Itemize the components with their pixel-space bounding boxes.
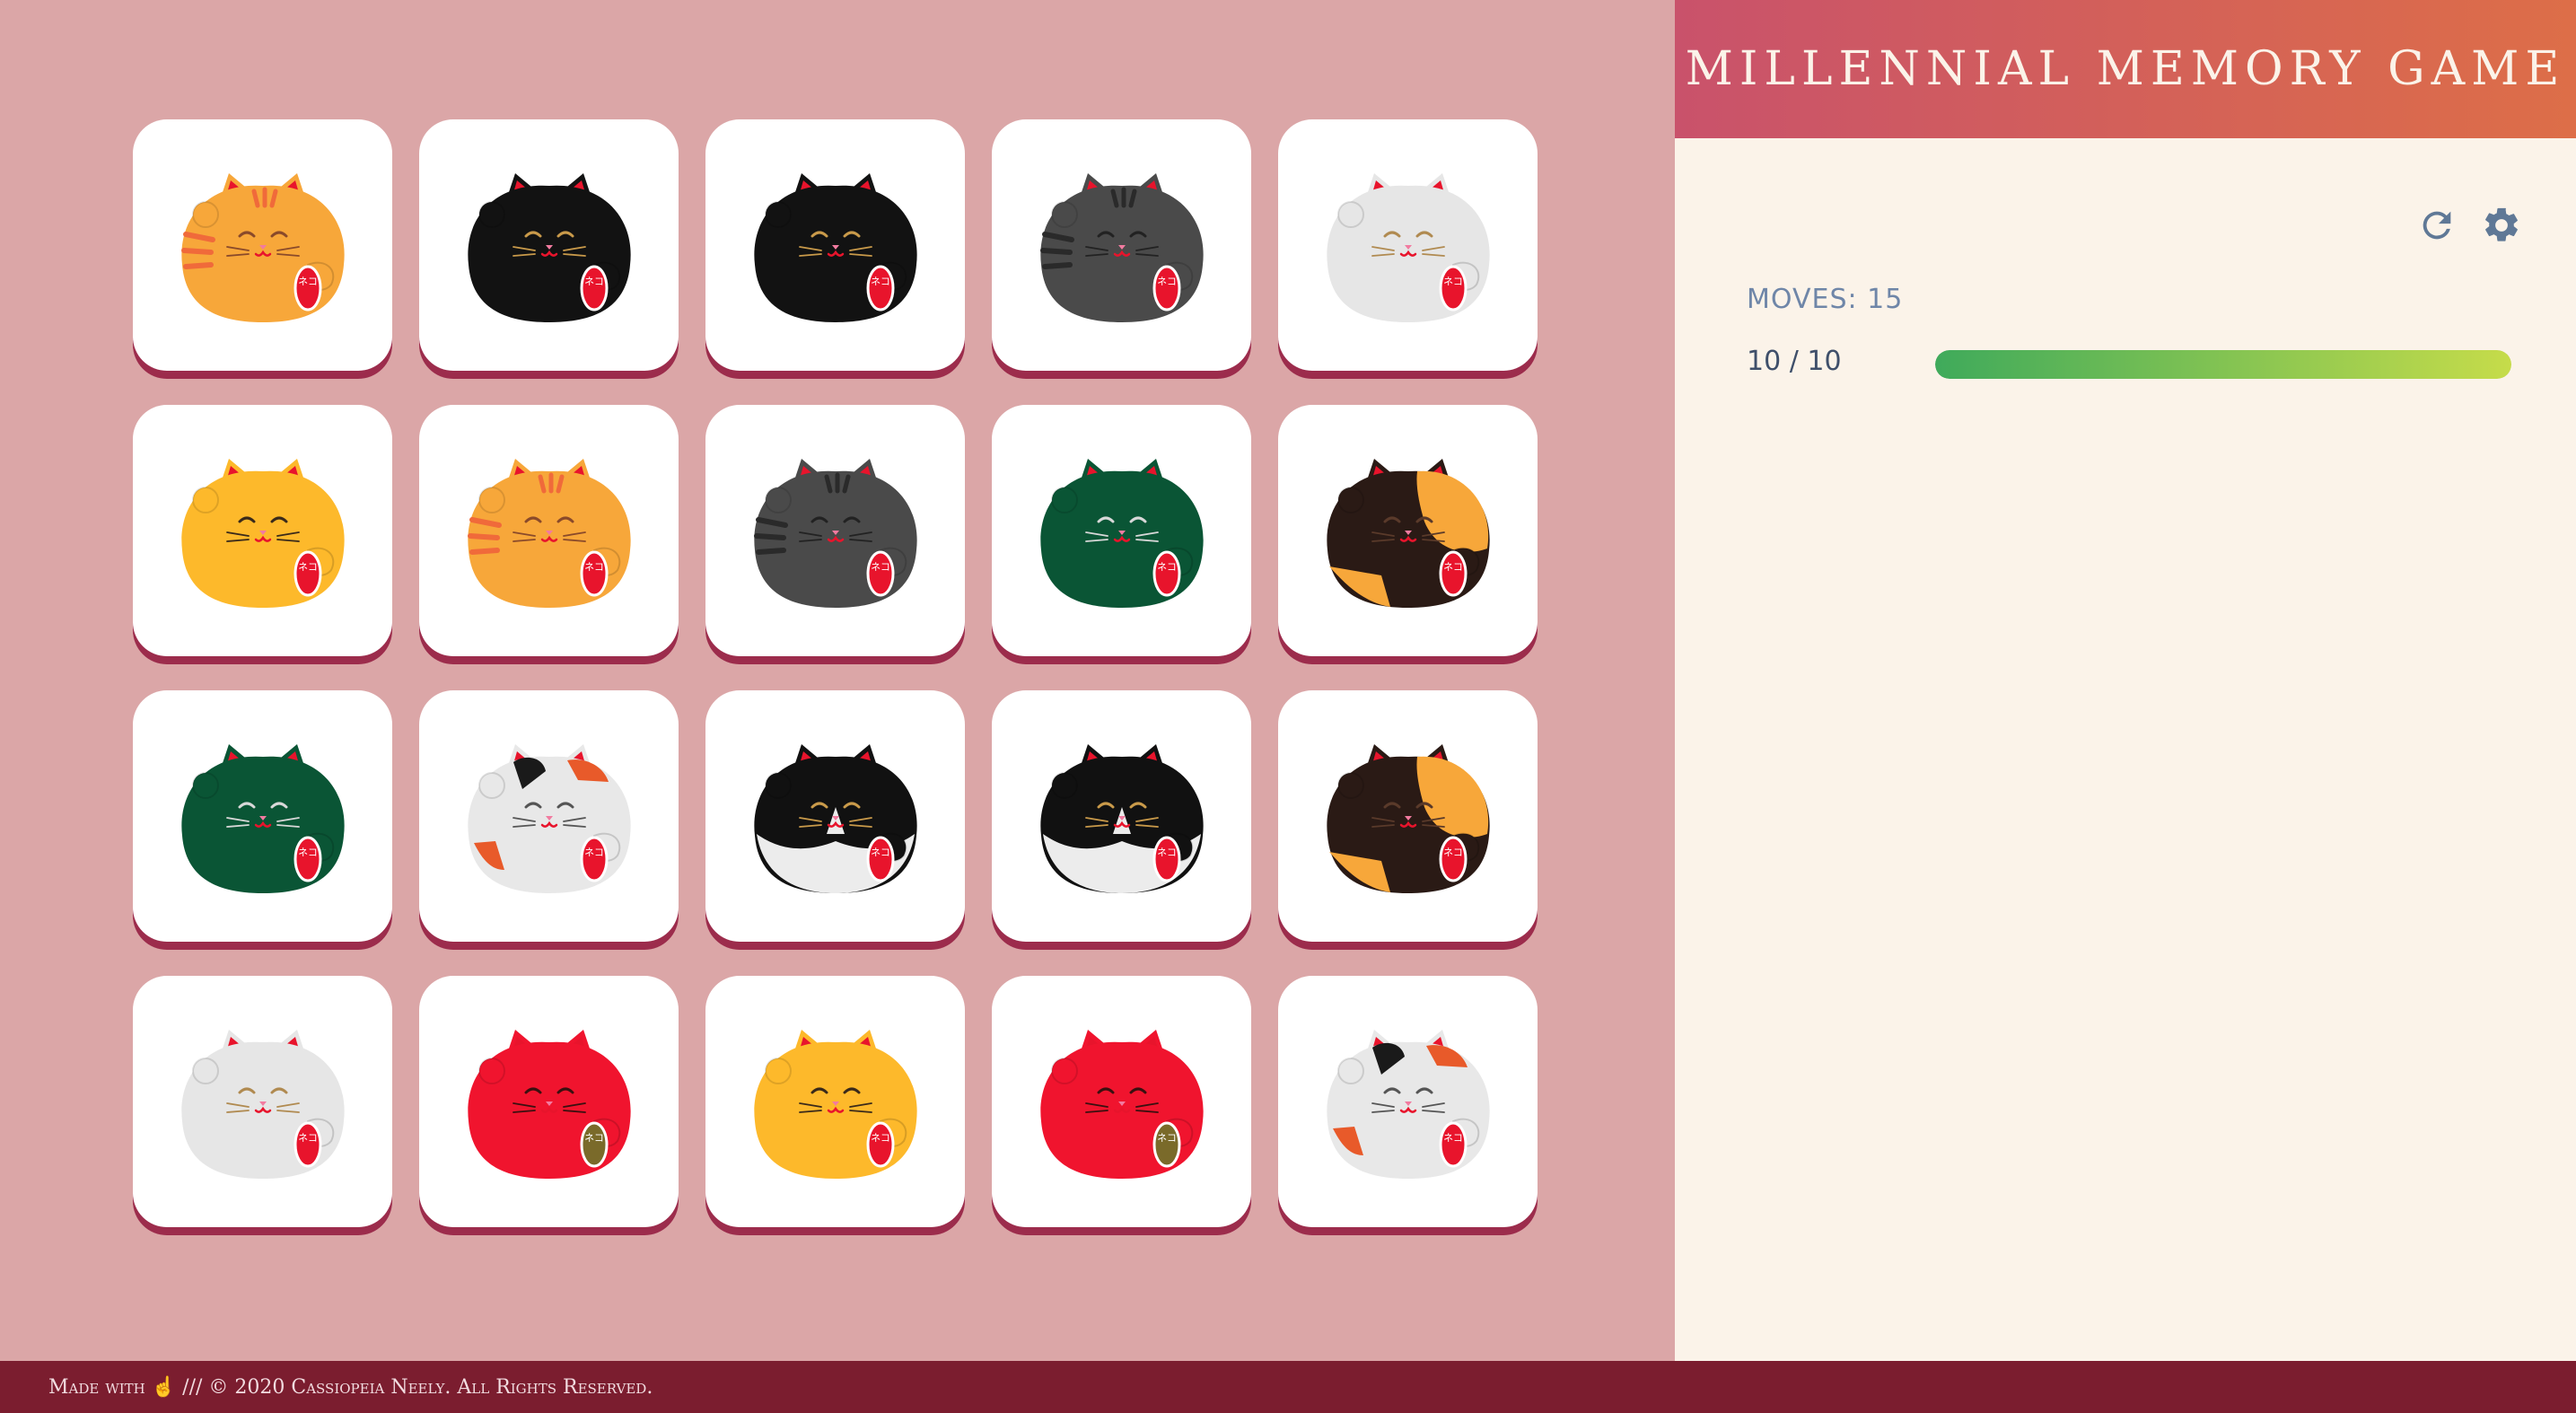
badge-text: ネコ <box>298 276 318 287</box>
badge-text: ネコ <box>1443 1132 1463 1144</box>
sidebar: Millennial Memory Game MOVES: 15 10 / 10 <box>1675 0 2576 1361</box>
lucky-cat-icon: ネコ <box>180 1030 345 1179</box>
memory-card[interactable]: ネコ <box>992 976 1251 1227</box>
badge-text: ネコ <box>1157 847 1177 858</box>
memory-card[interactable]: ネコ <box>705 976 965 1227</box>
badge-text: ネコ <box>1443 847 1463 858</box>
game-title: Millennial Memory Game <box>1685 42 2566 96</box>
badge-text: ネコ <box>1157 561 1177 573</box>
lucky-cat-icon: ネコ <box>467 1030 631 1179</box>
memory-card[interactable]: ネコ <box>419 690 679 942</box>
memory-card[interactable]: ネコ <box>133 405 392 656</box>
memory-card[interactable]: ネコ <box>1278 976 1538 1227</box>
memory-card[interactable]: ネコ <box>419 976 679 1227</box>
card-board: ネコ ネコ ネコ ネコ ネコ ネコ ネコ ネコ ネコ ネコ ネコ ネコ ネコ ネコ ネコ ネコ ネコ ネコ ネコ ネコ <box>133 119 1538 1235</box>
memory-card[interactable]: ネコ <box>705 405 965 656</box>
memory-card[interactable]: ネコ <box>705 119 965 371</box>
lucky-cat-icon: ネコ <box>467 744 631 893</box>
gear-icon[interactable] <box>2481 205 2522 246</box>
badge-text: ネコ <box>298 561 318 573</box>
pointing-hand-icon: ☝ <box>151 1375 177 1399</box>
lucky-cat-icon: ネコ <box>467 459 631 608</box>
controls <box>2416 205 2522 246</box>
moves-label: MOVES: <box>1747 284 1858 315</box>
progress-bar <box>1935 350 2511 379</box>
moves-value: 15 <box>1867 284 1904 315</box>
moves-counter: MOVES: 15 <box>1747 284 1903 315</box>
lucky-cat-icon: ネコ <box>1326 173 1490 322</box>
lucky-cat-icon: ネコ <box>1039 1030 1204 1179</box>
badge-text: ネコ <box>871 1132 890 1144</box>
badge-text: ネコ <box>1157 276 1177 287</box>
lucky-cat-icon: ネコ <box>180 173 345 322</box>
badge-text: ネコ <box>584 1132 604 1144</box>
lucky-cat-icon: ネコ <box>1326 744 1490 893</box>
memory-card[interactable]: ネコ <box>133 119 392 371</box>
lucky-cat-icon: ネコ <box>1039 173 1204 322</box>
memory-card[interactable]: ネコ <box>705 690 965 942</box>
lucky-cat-icon: ネコ <box>180 744 345 893</box>
badge-text: ネコ <box>298 847 318 858</box>
memory-card[interactable]: ネコ <box>1278 405 1538 656</box>
restart-icon[interactable] <box>2416 205 2458 246</box>
lucky-cat-icon: ネコ <box>753 173 917 322</box>
badge-text: ネコ <box>584 847 604 858</box>
game-area: ネコ ネコ ネコ ネコ ネコ ネコ ネコ ネコ ネコ ネコ ネコ ネコ ネコ ネコ ネコ ネコ ネコ ネコ ネコ ネコ <box>0 0 1675 1361</box>
lucky-cat-icon: ネコ <box>1039 459 1204 608</box>
badge-text: ネコ <box>298 1132 318 1144</box>
memory-card[interactable]: ネコ <box>133 976 392 1227</box>
lucky-cat-icon: ネコ <box>753 1030 917 1179</box>
footer: Made with ☝ /// © 2020 Cassiopeia Neely.… <box>0 1361 2576 1413</box>
badge-text: ネコ <box>1443 276 1463 287</box>
header: Millennial Memory Game <box>1675 0 2576 138</box>
footer-copyright: /// © 2020 Cassiopeia Neely. All Rights … <box>182 1375 653 1399</box>
memory-card[interactable]: ネコ <box>133 690 392 942</box>
progress-fill <box>1935 350 2511 379</box>
badge-text: ネコ <box>584 276 604 287</box>
lucky-cat-icon: ネコ <box>753 744 917 893</box>
lucky-cat-icon: ネコ <box>180 459 345 608</box>
memory-card[interactable]: ネコ <box>992 405 1251 656</box>
memory-card[interactable]: ネコ <box>1278 119 1538 371</box>
lucky-cat-icon: ネコ <box>1039 744 1204 893</box>
memory-card[interactable]: ネコ <box>992 690 1251 942</box>
lucky-cat-icon: ネコ <box>753 459 917 608</box>
badge-text: ネコ <box>871 276 890 287</box>
badge-text: ネコ <box>1157 1132 1177 1144</box>
lucky-cat-icon: ネコ <box>467 173 631 322</box>
memory-card[interactable]: ネコ <box>419 405 679 656</box>
badge-text: ネコ <box>584 561 604 573</box>
memory-card[interactable]: ネコ <box>1278 690 1538 942</box>
badge-text: ネコ <box>871 847 890 858</box>
lucky-cat-icon: ネコ <box>1326 1030 1490 1179</box>
progress-text: 10 / 10 <box>1747 346 1842 377</box>
footer-made-with: Made with <box>48 1375 145 1399</box>
memory-card[interactable]: ネコ <box>419 119 679 371</box>
memory-card[interactable]: ネコ <box>992 119 1251 371</box>
badge-text: ネコ <box>871 561 890 573</box>
badge-text: ネコ <box>1443 561 1463 573</box>
lucky-cat-icon: ネコ <box>1326 459 1490 608</box>
